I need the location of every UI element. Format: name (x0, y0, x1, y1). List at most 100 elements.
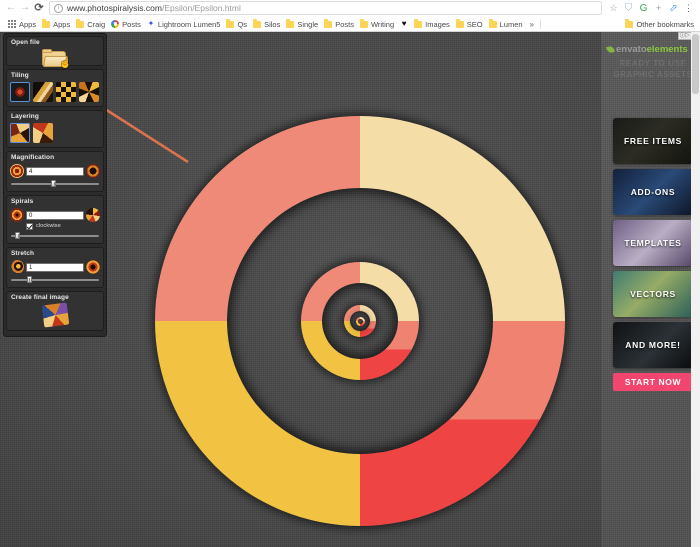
create-final-image-group: Create final image (6, 291, 104, 331)
folder-icon (324, 19, 333, 28)
stretch-high-icon[interactable] (86, 260, 100, 274)
folder-icon (359, 19, 368, 28)
layering-option-1[interactable] (10, 123, 30, 143)
spirals-title: Spirals (11, 198, 34, 205)
bookmark-item[interactable]: SEO (453, 17, 486, 31)
scrollbar-thumb[interactable] (692, 34, 699, 94)
spirals-value[interactable]: 0 (26, 210, 84, 220)
advertisement-panel[interactable]: ⓘ▷ ✕ envatoelements READY TO USE GRAPHIC… (601, 32, 700, 547)
save-extension-icon[interactable]: ⬀ (666, 1, 681, 16)
spirals-slider-knob[interactable] (15, 232, 21, 239)
magnify-small-icon[interactable] (10, 164, 24, 178)
bookmark-item[interactable]: ♥ (397, 17, 411, 31)
brand-word-2: elements (646, 44, 688, 55)
page-scrollbar[interactable] (691, 32, 700, 547)
ad-card-and-more[interactable]: AND MORE! (613, 322, 693, 368)
bookmark-label: Single (297, 19, 319, 29)
tiling-title: Tiling (11, 72, 29, 79)
stretch-input-row: 1 (10, 260, 100, 274)
other-bookmarks-folder[interactable]: Other bookmarks (622, 17, 697, 31)
folder-open-icon[interactable]: ☝ (42, 49, 72, 69)
shield-extension-icon[interactable]: ⛉ (621, 1, 636, 16)
stretch-value[interactable]: 1 (26, 262, 84, 272)
leaf-icon (606, 45, 615, 54)
apps-grid-icon[interactable] (8, 19, 17, 29)
tiling-option-3[interactable] (56, 82, 76, 102)
chrome-menu-icon[interactable]: ⋮ (681, 1, 696, 16)
bookmark-label: Apps (19, 19, 37, 29)
bookmark-label: Posts (122, 19, 141, 29)
ad-card-vectors[interactable]: VECTORS (613, 271, 693, 317)
spiral-tight-icon[interactable] (10, 208, 24, 222)
bookmark-label: SEO (466, 19, 483, 29)
spiral-center-point (358, 319, 362, 323)
ad-card-free-items[interactable]: FREE ITEMS (613, 118, 693, 164)
grammarly-extension-icon[interactable]: G (636, 1, 651, 16)
magnify-large-icon[interactable] (86, 164, 100, 178)
tiling-option-4[interactable] (79, 82, 99, 102)
spiral-preview (155, 108, 565, 528)
ad-card-add-ons[interactable]: ADD-ONS (613, 169, 693, 215)
address-bar[interactable]: i www.photospiralysis.com/Epsilon/Epsilo… (49, 1, 602, 15)
browser-chrome: ← → ⟳ i www.photospiralysis.com/Epsilon/… (0, 0, 700, 32)
bookmark-item[interactable]: Single (283, 17, 321, 31)
ad-tagline: READY TO USE GRAPHIC ASSETS (607, 58, 699, 80)
folder-icon (286, 19, 295, 28)
bookmark-label: Images (425, 19, 450, 29)
bookmark-item[interactable]: Posts (321, 17, 357, 31)
folder-icon (253, 19, 262, 28)
start-now-button[interactable]: START NOW (613, 373, 693, 391)
spirals-group: Spirals 0 clockwise (6, 195, 104, 244)
clockwise-checkbox[interactable] (26, 223, 33, 230)
bookmarks-bar: Apps Apps Craig Posts ✦ Lightroom Lumen5 Qs Sil… (0, 16, 700, 32)
magnification-input-row: 4 (10, 164, 100, 178)
clockwise-label: clockwise (36, 223, 61, 229)
bookmark-item[interactable]: Qs (223, 17, 250, 31)
bookmark-label: Apps (53, 19, 71, 29)
tiling-option-1[interactable] (10, 82, 30, 102)
magnification-slider-knob[interactable] (51, 180, 57, 187)
stretch-slider[interactable] (11, 276, 99, 283)
bookmark-item[interactable]: ✦ Lightroom Lumen5 (144, 17, 224, 31)
spiral-loose-icon[interactable] (86, 208, 100, 222)
bookmark-item[interactable]: Writing (357, 17, 397, 31)
folder-icon (455, 19, 464, 28)
bookmark-item[interactable]: Images (411, 17, 453, 31)
bookmark-item[interactable]: Lumen (486, 17, 526, 31)
bookmark-item[interactable]: Silos (250, 17, 283, 31)
open-file-group: Open file ☝ (6, 36, 104, 69)
add-extension-icon[interactable]: + (651, 1, 666, 16)
site-info-icon[interactable]: i (54, 3, 63, 13)
forward-button[interactable]: → (18, 1, 32, 15)
create-image-icon[interactable] (41, 302, 69, 328)
ad-card-label: ADD-ONS (630, 187, 676, 197)
tiling-options (10, 82, 100, 102)
magnification-value[interactable]: 4 (26, 166, 84, 176)
layering-option-2[interactable] (33, 123, 53, 143)
bookmark-item[interactable]: Apps (3, 17, 39, 31)
spirals-slider[interactable] (11, 232, 99, 239)
bookmark-label: Silos (264, 19, 281, 29)
tiling-option-2[interactable] (33, 82, 53, 102)
bookmark-item[interactable]: Posts (108, 17, 144, 31)
bookmarks-overflow-button[interactable]: » (526, 20, 538, 29)
folder-icon (42, 19, 51, 28)
stretch-low-icon[interactable] (10, 260, 24, 274)
magnification-slider[interactable] (11, 180, 99, 187)
stretch-title: Stretch (11, 250, 35, 257)
bookmarks-divider (540, 19, 541, 29)
bookmark-item[interactable]: Apps (39, 17, 73, 31)
url-domain: www.photospiralysis.com (67, 3, 162, 13)
ad-card-templates[interactable]: TEMPLATES (613, 220, 693, 266)
bookmark-star-icon[interactable]: ☆ (606, 1, 621, 16)
adchoices-button[interactable]: ⓘ▷ (677, 32, 692, 40)
back-button[interactable]: ← (4, 1, 18, 15)
bookmark-item[interactable]: Craig (73, 17, 108, 31)
other-bookmarks-label: Other bookmarks (636, 19, 694, 29)
chrome-favicon (111, 20, 120, 28)
spirals-slider-track (11, 234, 99, 237)
bookmark-label: Writing (370, 19, 395, 29)
reload-button[interactable]: ⟳ (32, 1, 46, 15)
stretch-slider-knob[interactable] (26, 276, 32, 283)
hand-cursor-icon: ☝ (59, 58, 72, 69)
